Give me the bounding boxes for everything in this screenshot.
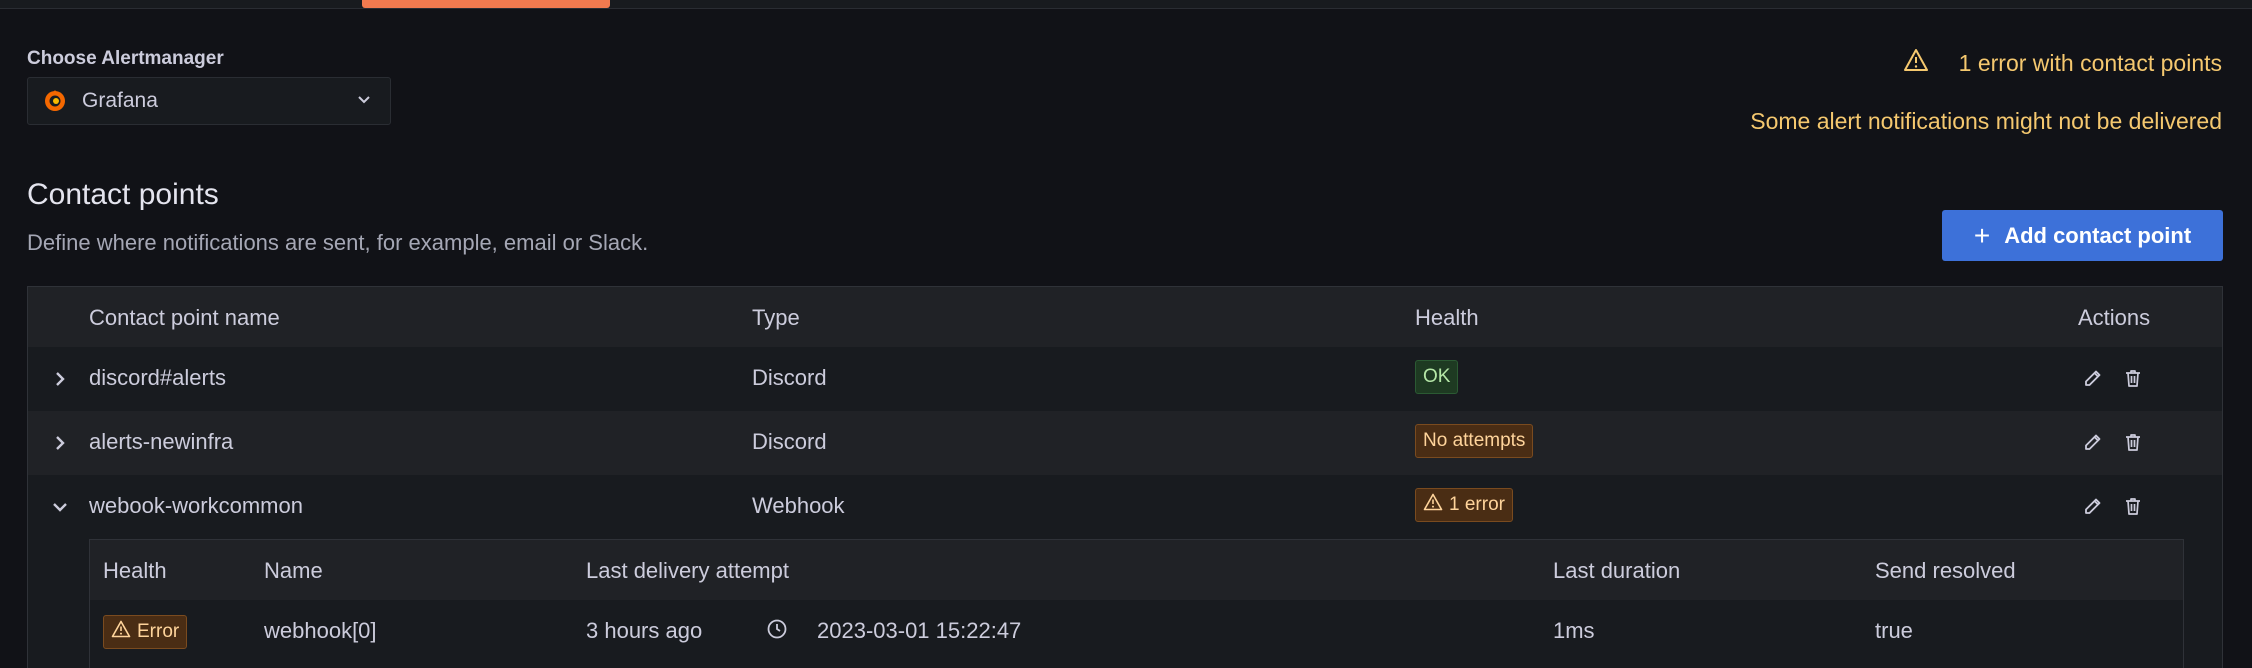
subtable-header: Health Name Last delivery attempt Last d… bbox=[90, 540, 2183, 600]
health-badge-label: No attempts bbox=[1423, 430, 1526, 451]
contact-point-type: Discord bbox=[752, 429, 827, 454]
subcolumn-header-last-duration: Last duration bbox=[1553, 558, 1681, 583]
clock-icon bbox=[766, 618, 788, 646]
integration-name: webhook[0] bbox=[264, 618, 377, 643]
contact-point-name: alerts-newinfra bbox=[89, 429, 234, 454]
health-badge: No attempts bbox=[1415, 424, 1534, 458]
table-row: Error webhook[0] 3 hours ago 2023-03-01 … bbox=[90, 600, 2183, 664]
alert-subtitle: Some alert notifications might not be de… bbox=[1750, 108, 2222, 134]
subcolumn-header-health: Health bbox=[103, 558, 167, 583]
subcolumn-header-send-resolved: Send resolved bbox=[1875, 558, 2016, 583]
active-tab-indicator bbox=[362, 0, 610, 8]
chevron-right-icon[interactable] bbox=[50, 367, 70, 391]
edit-icon[interactable] bbox=[2082, 367, 2104, 389]
table-header: Contact point name Type Health Actions bbox=[28, 287, 2222, 347]
row-actions bbox=[2082, 367, 2144, 389]
contact-point-error-alert: 1 error with contact points bbox=[1903, 48, 2222, 78]
contact-points-table: Contact point name Type Health Actions d… bbox=[27, 286, 2223, 668]
row-actions bbox=[2082, 431, 2144, 453]
alertmanager-select[interactable]: Grafana bbox=[27, 77, 391, 125]
last-duration: 1ms bbox=[1553, 618, 1595, 643]
health-badge: Error bbox=[103, 615, 188, 649]
column-header-health: Health bbox=[1415, 305, 1479, 330]
table-row: discord#alerts Discord OK bbox=[28, 347, 2222, 411]
alertmanager-label: Choose Alertmanager bbox=[27, 48, 224, 69]
integrations-subtable: Health Name Last delivery attempt Last d… bbox=[89, 539, 2184, 668]
edit-icon[interactable] bbox=[2082, 495, 2104, 517]
contact-point-name: discord#alerts bbox=[89, 365, 226, 390]
send-resolved: true bbox=[1875, 618, 1913, 643]
last-delivery-relative: 3 hours ago bbox=[586, 618, 703, 643]
alert-title: 1 error with contact points bbox=[1958, 49, 2222, 76]
warning-icon bbox=[111, 620, 131, 644]
subcolumn-header-name: Name bbox=[264, 558, 323, 583]
trash-icon[interactable] bbox=[2122, 495, 2144, 517]
chevron-down-icon bbox=[356, 91, 372, 112]
add-contact-point-label: Add contact point bbox=[2004, 222, 2192, 248]
top-tab-bar bbox=[0, 0, 2252, 9]
health-badge-label: OK bbox=[1423, 366, 1451, 387]
alertmanager-selected-value: Grafana bbox=[82, 89, 158, 112]
table-row: alerts-newinfra Discord No attempts bbox=[28, 411, 2222, 475]
contact-point-type: Discord bbox=[752, 365, 827, 390]
chevron-down-icon[interactable] bbox=[50, 495, 70, 519]
warning-icon bbox=[1423, 493, 1443, 517]
health-badge-label: Error bbox=[137, 621, 180, 642]
health-badge: 1 error bbox=[1415, 488, 1513, 522]
subcolumn-header-last-delivery: Last delivery attempt bbox=[586, 558, 789, 583]
add-contact-point-button[interactable]: + Add contact point bbox=[1942, 210, 2223, 261]
grafana-logo-icon bbox=[42, 88, 68, 114]
trash-icon[interactable] bbox=[2122, 431, 2144, 453]
last-delivery-time: 2023-03-01 15:22:47 bbox=[817, 618, 1022, 643]
page-title: Contact points bbox=[27, 178, 219, 211]
column-header-name: Contact point name bbox=[89, 305, 280, 330]
chevron-right-icon[interactable] bbox=[50, 431, 70, 455]
page-description: Define where notifications are sent, for… bbox=[27, 230, 649, 255]
column-header-type: Type bbox=[752, 305, 800, 330]
trash-icon[interactable] bbox=[2122, 367, 2144, 389]
plus-icon: + bbox=[1973, 219, 1991, 251]
column-header-actions: Actions bbox=[2078, 305, 2151, 330]
edit-icon[interactable] bbox=[2082, 431, 2104, 453]
contact-point-type: Webhook bbox=[752, 493, 845, 518]
table-row: webook-workcommon Webhook 1 error bbox=[28, 475, 2222, 539]
health-badge-label: 1 error bbox=[1449, 494, 1505, 515]
row-actions bbox=[2082, 495, 2144, 517]
warning-icon bbox=[1903, 48, 1929, 78]
contact-point-name: webook-workcommon bbox=[89, 493, 303, 518]
health-badge: OK bbox=[1415, 360, 1459, 394]
